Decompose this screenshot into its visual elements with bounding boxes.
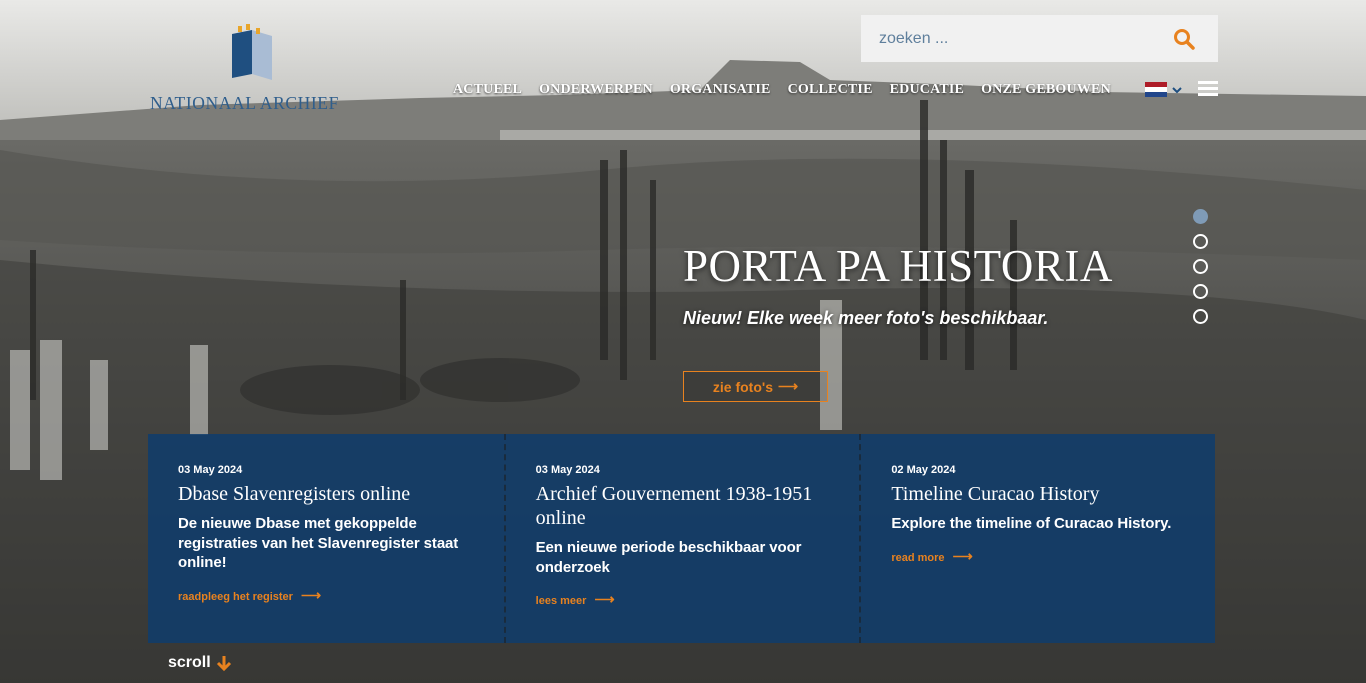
language-selector[interactable] — [1145, 82, 1184, 97]
netherlands-flag-icon — [1145, 82, 1167, 97]
search-bar — [861, 15, 1218, 62]
see-photos-label: zie foto's — [712, 378, 774, 395]
news-card: 02 May 2024 Timeline Curacao History Exp… — [859, 434, 1215, 643]
slide-dot-2[interactable] — [1193, 234, 1208, 249]
card-link[interactable]: read more ⟶ — [891, 548, 972, 564]
nav-item-onderwerpen[interactable]: ONDERWERPEN — [539, 82, 653, 98]
hero-title: PORTA PA HISTORIA — [683, 241, 1113, 291]
site-logo[interactable]: NATIONAAL ARCHIEF — [150, 24, 350, 124]
hero-subtitle: Nieuw! Elke week meer foto's beschikbaar… — [683, 308, 1049, 328]
news-card: 03 May 2024 Dbase Slavenregisters online… — [148, 434, 504, 643]
arrow-right-icon: ⟶ — [301, 586, 322, 603]
card-link-label: read more — [891, 551, 945, 564]
card-text: De nieuwe Dbase met gekoppelde registrat… — [178, 515, 459, 571]
card-date: 02 May 2024 — [891, 464, 956, 476]
scroll-label: scroll — [168, 654, 211, 671]
news-cards: 03 May 2024 Dbase Slavenregisters online… — [148, 434, 1215, 643]
main-navigation: ACTUEEL ONDERWERPEN ORGANISATIE COLLECTI… — [453, 80, 1128, 100]
logo-name: NATIONAAL ARCHIEF — [150, 93, 339, 113]
slide-dot-5[interactable] — [1193, 309, 1208, 324]
card-title[interactable]: Timeline Curacao History — [891, 482, 1185, 506]
slider-pagination — [1193, 209, 1208, 334]
menu-icon[interactable] — [1198, 81, 1218, 97]
chevron-down-icon — [1172, 86, 1182, 93]
nav-item-onze-gebouwen[interactable]: ONZE GEBOUWEN — [981, 82, 1111, 98]
card-text: Explore the timeline of Curacao History. — [891, 515, 1172, 532]
news-card: 03 May 2024 Archief Gouvernement 1938-19… — [503, 434, 860, 643]
scroll-indicator[interactable]: scroll — [168, 654, 233, 672]
card-link-label: lees meer — [535, 595, 587, 607]
card-link[interactable]: raadpleeg het register ⟶ — [178, 587, 321, 603]
arrow-right-icon: ⟶ — [778, 378, 799, 394]
card-date: 03 May 2024 — [178, 464, 243, 476]
nav-item-collectie[interactable]: COLLECTIE — [788, 82, 873, 98]
nav-item-actueel[interactable]: ACTUEEL — [453, 82, 522, 98]
search-icon[interactable] — [1172, 27, 1196, 51]
arrow-right-icon: ⟶ — [594, 591, 615, 607]
nav-item-educatie[interactable]: EDUCATIE — [890, 82, 964, 98]
slide-dot-3[interactable] — [1193, 259, 1208, 274]
card-link-label: raadpleeg het register — [178, 590, 293, 603]
card-title[interactable]: Dbase Slavenregisters online — [178, 482, 474, 506]
search-input[interactable] — [861, 15, 1161, 62]
card-date: 03 May 2024 — [535, 464, 600, 476]
slide-dot-4[interactable] — [1193, 284, 1208, 299]
see-photos-button[interactable]: zie foto's ⟶ — [683, 371, 828, 402]
arrow-right-icon: ⟶ — [952, 547, 973, 564]
card-link[interactable]: lees meer ⟶ — [535, 591, 615, 607]
slide-dot-1[interactable] — [1193, 209, 1208, 224]
archive-logo-icon — [232, 24, 272, 80]
arrow-down-icon — [216, 656, 231, 672]
card-title[interactable]: Archief Gouvernement 1938-1951 online — [536, 482, 830, 530]
card-text: Een nieuwe periode beschikbaar voor onde… — [535, 539, 802, 576]
nav-item-organisatie[interactable]: ORGANISATIE — [670, 82, 771, 98]
